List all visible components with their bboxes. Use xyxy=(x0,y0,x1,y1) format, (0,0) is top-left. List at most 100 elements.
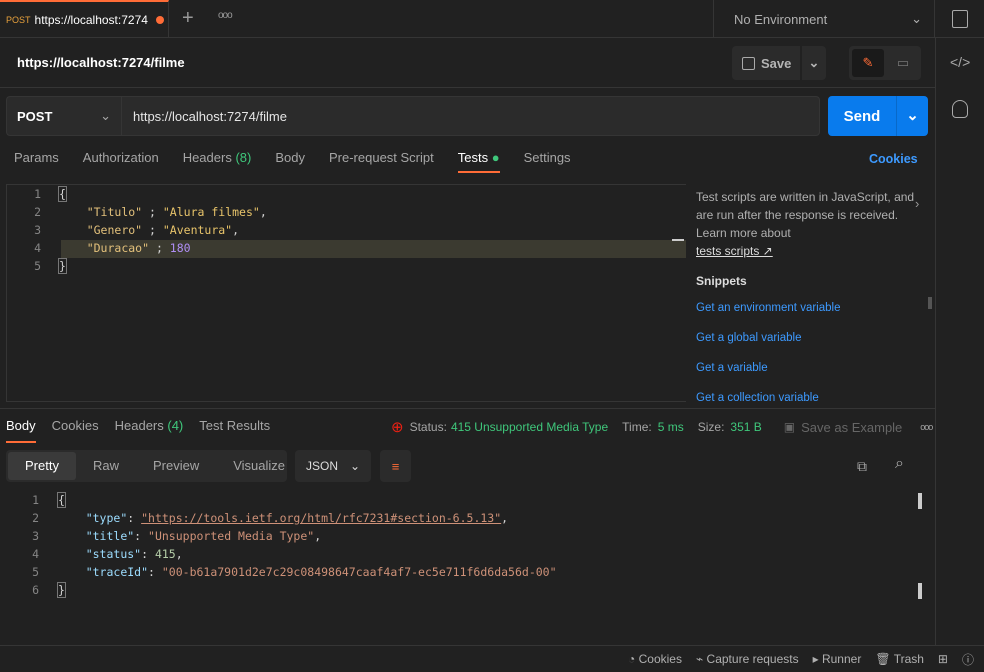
status-value[interactable]: 415 Unsupported Media Type xyxy=(451,420,608,434)
response-tabs: Body Cookies Headers (4) Test Results xyxy=(6,418,270,443)
new-tab-plus-icon[interactable]: + xyxy=(182,7,194,30)
more-tabs-icon[interactable]: ooo xyxy=(218,10,233,21)
pencil-icon[interactable]: ✎ xyxy=(852,49,884,77)
tab-method: POST xyxy=(6,15,31,25)
right-sidebar: </> xyxy=(935,38,984,645)
code-line: } xyxy=(57,582,66,598)
time-value[interactable]: 5 ms xyxy=(658,420,684,434)
request-title[interactable]: https://localhost:7274/filme xyxy=(17,55,185,70)
headers-label: Headers xyxy=(182,150,232,165)
headers-count: (4) xyxy=(167,418,184,433)
tab-authorization[interactable]: Authorization xyxy=(83,150,159,173)
separator: ; xyxy=(142,223,163,237)
send-button[interactable]: Send ⌄ xyxy=(828,96,928,136)
tab-test-results[interactable]: Test Results xyxy=(199,418,270,443)
snippet-link[interactable]: Get a global variable xyxy=(696,332,801,344)
network-error-globe-icon[interactable]: ⊕ xyxy=(391,418,404,436)
wrap-lines-icon[interactable]: ≡ xyxy=(380,450,411,482)
method-select[interactable]: POST ⌄ xyxy=(7,97,122,135)
environment-quick-look-icon[interactable] xyxy=(952,10,968,28)
code-line: "type": "https://tools.ietf.org/html/rfc… xyxy=(85,511,509,525)
more-options-icon[interactable]: ooo xyxy=(920,422,933,432)
json-string: "Alura filmes" xyxy=(162,205,260,219)
headers-label: Headers xyxy=(114,418,164,433)
response-body[interactable]: 1 {2 "type": "https://tools.ietf.org/html… xyxy=(0,490,935,640)
tab-params[interactable]: Params xyxy=(14,150,59,173)
url-input[interactable]: https://localhost:7274/filme xyxy=(133,109,287,124)
comment-icon[interactable]: ▭ xyxy=(887,49,919,77)
format-select[interactable]: JSON ⌄ xyxy=(295,450,371,482)
send-options-chevron-icon[interactable]: ⌄ xyxy=(896,96,928,136)
request-tabs: Params Authorization Headers (8) Body Pr… xyxy=(14,150,571,173)
json-string: "00-b61a7901d2e7c29c08498647caaf4af7-ec5… xyxy=(161,565,557,579)
separator: ; xyxy=(149,241,170,255)
brace: } xyxy=(57,582,66,598)
url-bar: POST ⌄ https://localhost:7274/filme xyxy=(6,96,820,136)
snippet-link[interactable]: Get a collection variable xyxy=(696,392,819,402)
footer-runner[interactable]: ▸ Runner xyxy=(813,652,862,666)
line-number: 4 xyxy=(34,241,41,255)
response-scrollbar[interactable] xyxy=(918,493,922,509)
footer-trash[interactable]: 🗑︎ Trash xyxy=(875,652,924,666)
json-string: "Unsupported Media Type" xyxy=(148,529,315,543)
capture-label: Capture requests xyxy=(706,652,799,666)
trash-label: Trash xyxy=(893,652,924,666)
json-string: "Aventura" xyxy=(162,223,233,237)
request-tab[interactable]: POST https://localhost:7274 xyxy=(0,0,169,38)
footer-cookies[interactable]: ◔ Cookies xyxy=(628,652,682,666)
code-line: "status": 415, xyxy=(85,547,183,561)
save-button[interactable]: Save ⌄ xyxy=(732,46,826,80)
chevron-down-icon: ⌄ xyxy=(911,11,922,26)
copy-icon[interactable]: ⧉ xyxy=(857,458,867,475)
help-icon[interactable]: ⓘ xyxy=(962,651,974,668)
tests-description: Test scripts are written in JavaScript, … xyxy=(696,190,915,240)
environment-select[interactable]: No Environment ⌄ xyxy=(713,0,935,38)
tab-body[interactable]: Body xyxy=(275,150,305,173)
snippet-link[interactable]: Get a variable xyxy=(696,362,768,374)
line-number: 1 xyxy=(34,187,41,201)
tab-response-body[interactable]: Body xyxy=(6,418,36,443)
lightbulb-icon[interactable] xyxy=(952,100,968,118)
cookies-link[interactable]: Cookies xyxy=(869,152,918,166)
view-preview[interactable]: Preview xyxy=(136,452,216,480)
view-pretty[interactable]: Pretty xyxy=(8,452,76,480)
tests-label: Tests xyxy=(457,150,489,165)
code-line: { xyxy=(57,492,66,508)
search-icon[interactable]: ⌕ xyxy=(895,455,904,473)
footer-capture-requests[interactable]: ⌁ Capture requests xyxy=(696,652,799,666)
separator: ; xyxy=(142,205,163,219)
top-tab-bar: POST https://localhost:7274 + ooo No Env… xyxy=(0,0,984,38)
tests-editor[interactable]: 1 {2 "Titulo" ; "Alura filmes", 3 "Genero"… xyxy=(6,184,686,402)
tests-scripts-link[interactable]: tests scripts ↗ xyxy=(696,244,773,258)
code-line: { xyxy=(58,186,67,202)
size-value[interactable]: 351 B xyxy=(730,420,761,434)
tab-tests[interactable]: Tests ● xyxy=(457,150,500,173)
panel-scrollbar[interactable] xyxy=(928,297,932,309)
json-number: 415 xyxy=(154,547,176,561)
tab-response-cookies[interactable]: Cookies xyxy=(52,418,99,443)
json-key: "Genero" xyxy=(86,223,143,237)
collapse-panel-chevron-icon[interactable]: › xyxy=(915,196,919,211)
format-label: JSON xyxy=(306,459,339,473)
view-raw[interactable]: Raw xyxy=(76,452,136,480)
tab-settings[interactable]: Settings xyxy=(524,150,571,173)
snippet-link[interactable]: Get an environment variable xyxy=(696,302,840,314)
tab-response-headers[interactable]: Headers (4) xyxy=(115,418,184,443)
save-as-example-button[interactable]: Save as Example xyxy=(801,420,902,435)
punctuation: , xyxy=(314,529,322,543)
environment-label: No Environment xyxy=(734,11,828,27)
snippets-title: Snippets xyxy=(696,274,747,288)
save-dropdown-chevron-icon[interactable]: ⌄ xyxy=(800,46,826,80)
view-visualize[interactable]: Visualize xyxy=(216,452,302,480)
tab-headers[interactable]: Headers (8) xyxy=(183,150,252,173)
line-number: 1 xyxy=(32,493,39,507)
response-scrollbar-end xyxy=(918,583,922,599)
two-pane-layout-icon[interactable]: ⊞ xyxy=(938,652,948,666)
code-icon[interactable]: </> xyxy=(950,54,970,70)
save-label: Save xyxy=(761,55,792,71)
editor-scrollbar[interactable] xyxy=(672,239,684,241)
tab-pre-request-script[interactable]: Pre-request Script xyxy=(329,150,434,173)
mode-toggle: ✎ ▭ xyxy=(849,46,921,80)
json-key: "traceId" xyxy=(85,565,149,579)
brace: } xyxy=(58,258,67,274)
